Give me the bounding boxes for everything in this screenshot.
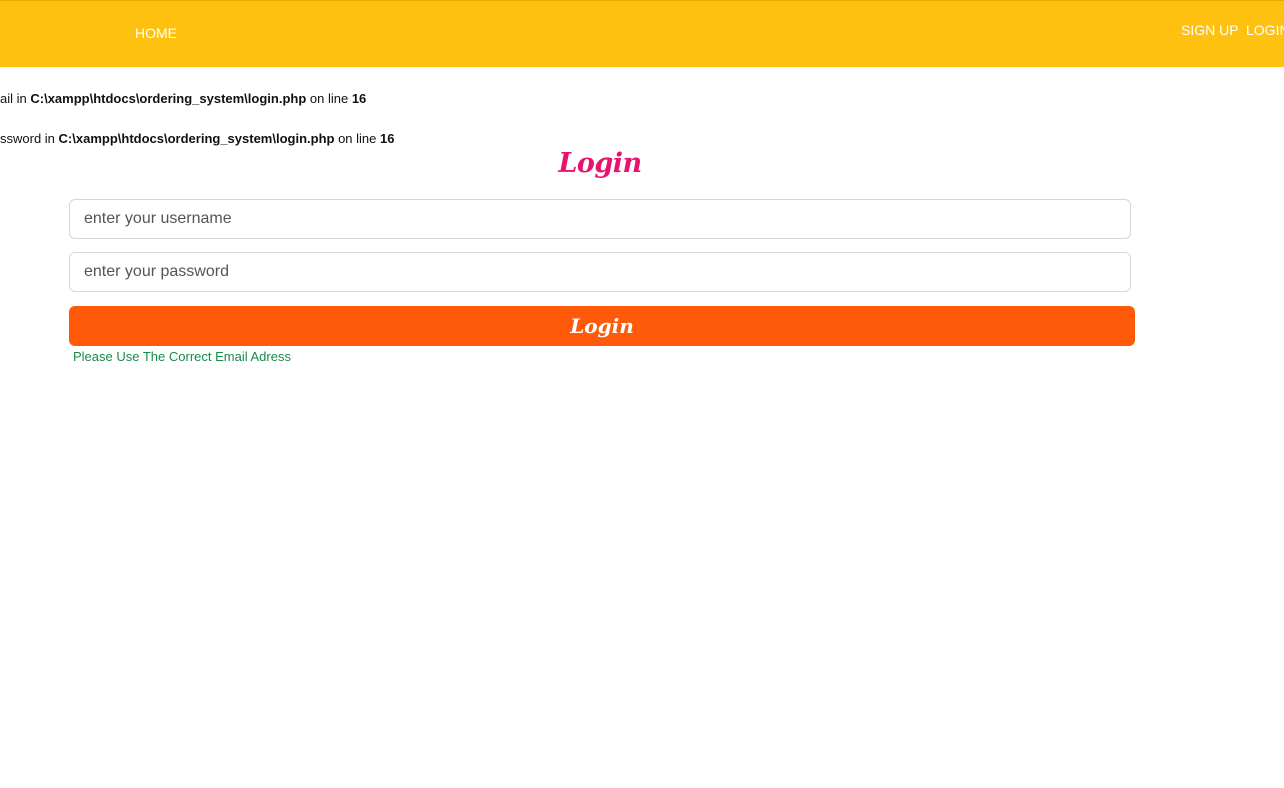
notice-path: C:\xampp\htdocs\ordering_system\login.ph… <box>30 91 307 106</box>
top-navbar: HOME SIGN UP LOGIN <box>0 0 1284 67</box>
notice-middle: on line <box>334 131 380 146</box>
login-error-message: Please Use The Correct Email Adress <box>73 349 291 364</box>
notice-middle: on line <box>306 91 352 106</box>
login-heading: Login <box>558 148 642 179</box>
notice-line: 16 <box>380 131 395 146</box>
notice-line: 16 <box>351 91 367 106</box>
notice-path: C:\xampp\htdocs\ordering_system\login.ph… <box>58 131 335 146</box>
password-input[interactable] <box>69 252 1131 292</box>
nav-home-link[interactable]: HOME <box>135 25 177 41</box>
nav-signup-link[interactable]: SIGN UP <box>1181 22 1239 38</box>
notice-prefix: ssword in <box>0 131 59 146</box>
nav-login-link[interactable]: LOGIN <box>1246 22 1284 38</box>
username-input[interactable] <box>69 199 1131 239</box>
php-notice-email: ail in C:\xampp\htdocs\ordering_system\l… <box>0 91 366 106</box>
notice-prefix: ail in <box>0 91 31 106</box>
php-notice-password: ssword in C:\xampp\htdocs\ordering_syste… <box>0 131 394 146</box>
login-submit-button[interactable]: Login <box>69 306 1135 346</box>
